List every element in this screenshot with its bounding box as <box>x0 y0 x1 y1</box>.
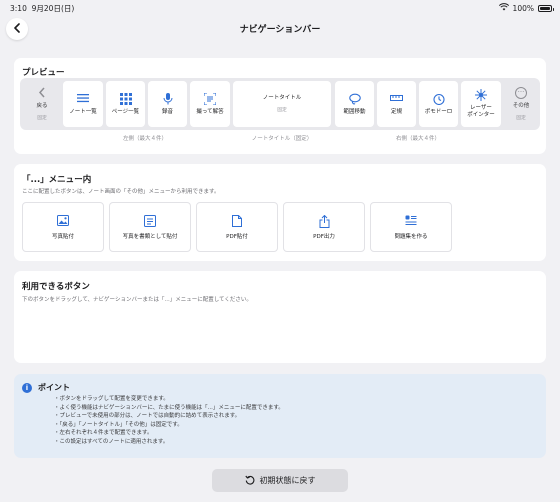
preview-item-label: ページ一覧 <box>111 108 140 115</box>
preview-item-snap-answer[interactable]: 撮って解答 <box>190 81 230 127</box>
menu-card: 「...」メニュー内 ここに配置したボタンは、ノート画面の「その他」メニューから… <box>14 164 546 261</box>
preview-more-label: その他 <box>512 103 530 110</box>
list-icon <box>77 93 89 105</box>
menu-item-label: 写真を書類として貼付 <box>122 233 178 240</box>
menu-item-create-problem-set[interactable]: 問題集を作る <box>370 202 452 252</box>
timer-icon <box>432 93 445 105</box>
preview-back-item: 戻る 固定 <box>24 81 60 127</box>
navigation-header: ナビゲーションバー <box>0 16 560 44</box>
preview-item-label: 定規 <box>390 108 402 115</box>
tips-item: この設定はすべてのノートに適用されます。 <box>54 438 284 447</box>
pdf-document-icon <box>232 214 242 227</box>
lasso-icon <box>348 93 361 105</box>
preview-item-note-list[interactable]: ノート一覧 <box>63 81 103 127</box>
share-icon <box>319 214 330 228</box>
tips-box: i ポイント ボタンをドラッグして配置を変更できます。 よく使う機能はナビゲーシ… <box>14 374 546 458</box>
mic-icon <box>163 92 173 105</box>
preview-item-ruler[interactable]: 定規 <box>377 81 416 127</box>
tips-title: ポイント <box>38 383 70 392</box>
preview-item-label: ポモドーロ <box>424 108 453 115</box>
preview-title: プレビュー <box>22 68 65 78</box>
status-time: 3:10 <box>10 3 27 13</box>
tips-item: プレビューで未使用の部分は、ノートでは自動的に詰めて表示されます。 <box>54 412 284 421</box>
preview-item-range-move[interactable]: 範囲移動 <box>335 81 374 127</box>
preview-back-sub: 固定 <box>37 115 47 121</box>
preview-item-recording[interactable]: 録音 <box>148 81 187 127</box>
menu-item-label: PDF出力 <box>313 233 335 240</box>
preview-more-sub: 固定 <box>516 115 526 121</box>
preview-item-label: レーザー ポインター <box>467 105 495 118</box>
menu-item-label: PDF貼付 <box>226 233 248 240</box>
menu-description: ここに配置したボタンは、ノート画面の「その他」メニューから利用できます。 <box>22 189 220 195</box>
status-date: 9月20日(日) <box>31 3 75 13</box>
photo-icon <box>57 214 69 227</box>
preview-item-label: ノート一覧 <box>69 108 97 115</box>
preview-item-label: 撮って解答 <box>196 108 224 115</box>
scan-icon <box>203 92 217 106</box>
available-description: 下のボタンをドラッグして、ナビゲーションバーまたは「...」メニューに配置してく… <box>22 297 252 303</box>
menu-item-label: 問題集を作る <box>394 233 428 240</box>
status-bar: 3:10 9月20日(日) 100% <box>0 0 560 16</box>
available-buttons-card: 利用できるボタン 下のボタンをドラッグして、ナビゲーションバーまたは「...」メ… <box>14 271 546 363</box>
preview-note-title-sub: 固定 <box>277 107 287 113</box>
preview-item-laser-pointer[interactable]: レーザー ポインター <box>461 81 501 127</box>
preview-strip: 戻る 固定 ノート一覧 ページ一覧 録音 撮って解答 ノートタイトル 固定 範囲… <box>20 78 540 130</box>
preview-caption-left: 左側（最大４件） <box>122 136 167 142</box>
preview-note-title: ノートタイトル 固定 <box>233 81 331 127</box>
menu-item-pdf-export[interactable]: PDF出力 <box>283 202 365 252</box>
more-icon: ··· <box>515 87 527 100</box>
preview-item-pomodoro[interactable]: ポモドーロ <box>419 81 458 127</box>
preview-back-label: 戻る <box>36 103 48 110</box>
preview-caption-right: 右側（最大４件） <box>395 136 440 142</box>
ruler-icon <box>390 93 403 105</box>
preview-note-title-label: ノートタイトル <box>262 95 302 102</box>
preview-item-page-list[interactable]: ページ一覧 <box>106 81 145 127</box>
menu-item-pdf-paste[interactable]: PDF貼付 <box>196 202 278 252</box>
available-title: 利用できるボタン <box>22 282 90 292</box>
tips-header: i ポイント <box>22 382 70 393</box>
menu-item-photo-paste[interactable]: 写真貼付 <box>22 202 104 252</box>
tips-item: 左右それぞれ４件まで配置できます。 <box>54 429 284 438</box>
tips-list: ボタンをドラッグして配置を変更できます。 よく使う機能はナビゲーションバーに、た… <box>54 395 284 447</box>
battery-icon <box>538 4 554 12</box>
reset-icon <box>244 475 255 487</box>
tips-item: ボタンをドラッグして配置を変更できます。 <box>54 395 284 404</box>
laser-icon <box>475 89 487 102</box>
problem-set-icon <box>405 215 417 227</box>
preview-item-label: 範囲移動 <box>343 108 366 115</box>
info-icon: i <box>22 382 32 393</box>
battery-percent: 100% <box>512 3 534 13</box>
reset-button-label: 初期状態に戻す <box>259 476 316 485</box>
menu-item-photo-as-document[interactable]: 写真を書類として貼付 <box>109 202 191 252</box>
page-title: ナビゲーションバー <box>239 25 321 35</box>
menu-item-label: 写真貼付 <box>51 233 74 240</box>
document-icon <box>144 214 156 227</box>
wifi-icon <box>498 3 509 13</box>
chevron-left-icon <box>38 87 46 99</box>
grid-icon <box>119 92 132 105</box>
status-left: 3:10 9月20日(日) <box>10 3 74 14</box>
reset-button[interactable]: 初期状態に戻す <box>212 469 348 492</box>
preview-caption-center: ノートタイトル（固定） <box>251 136 313 142</box>
tips-item: よく使う機能はナビゲーションバーに、たまに使う機能は「...」メニューに配置でき… <box>54 404 284 413</box>
status-right: 100% <box>498 3 554 13</box>
preview-card: プレビュー 戻る 固定 ノート一覧 ページ一覧 録音 撮って解答 ノートタイトル… <box>14 58 546 154</box>
tips-item: 「戻る」「ノートタイトル」「その他」は固定です。 <box>54 421 284 430</box>
menu-title: 「...」メニュー内 <box>22 175 92 185</box>
preview-more-item: ··· その他 固定 <box>504 81 538 127</box>
preview-item-label: 録音 <box>161 108 173 115</box>
